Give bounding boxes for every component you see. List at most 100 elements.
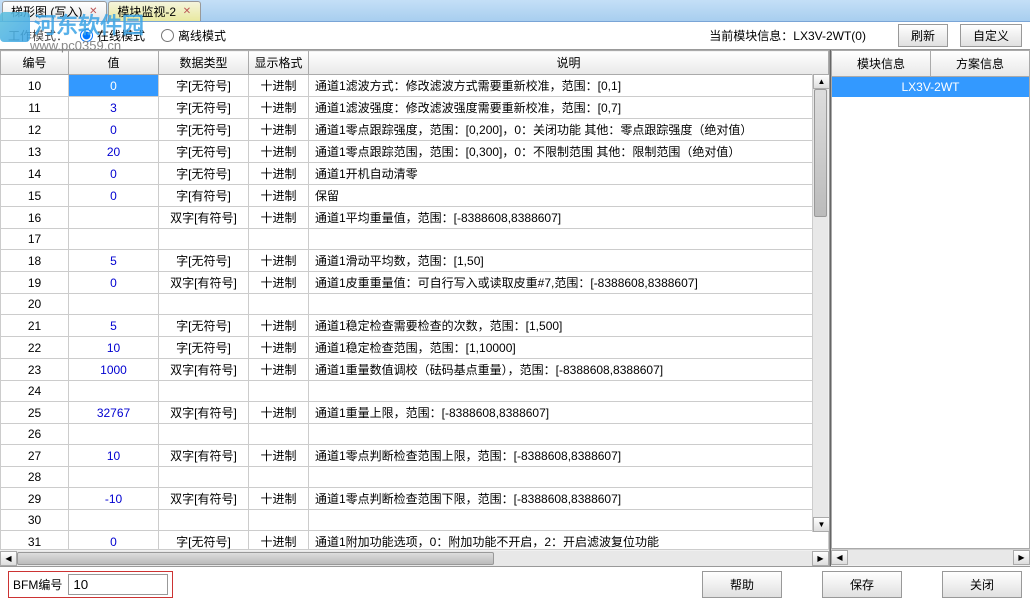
scroll-left-icon[interactable]: ◀ xyxy=(831,550,848,565)
cell-num[interactable]: 20 xyxy=(1,294,69,315)
cell-fmt[interactable]: 十进制 xyxy=(249,119,309,141)
close-button[interactable]: 关闭 xyxy=(942,571,1022,598)
cell-desc[interactable] xyxy=(309,229,829,250)
cell-desc[interactable]: 通道1零点判断检查范围上限，范围：[-8388608,8388607] xyxy=(309,445,829,467)
cell-num[interactable]: 22 xyxy=(1,337,69,359)
table-row[interactable]: 120字[无符号]十进制通道1零点跟踪强度，范围：[0,200]，0：关闭功能 … xyxy=(1,119,829,141)
table-row[interactable]: 2710双字[有符号]十进制通道1零点判断检查范围上限，范围：[-8388608… xyxy=(1,445,829,467)
table-row[interactable]: 17 xyxy=(1,229,829,250)
scroll-thumb[interactable] xyxy=(17,552,494,565)
table-row[interactable]: 20 xyxy=(1,294,829,315)
cell-fmt[interactable]: 十进制 xyxy=(249,250,309,272)
cell-val[interactable]: 0 xyxy=(69,163,159,185)
scroll-track[interactable] xyxy=(813,89,828,517)
cell-fmt[interactable]: 十进制 xyxy=(249,97,309,119)
cell-type[interactable]: 字[无符号] xyxy=(159,531,249,550)
cell-num[interactable]: 31 xyxy=(1,531,69,550)
cell-desc[interactable]: 保留 xyxy=(309,185,829,207)
scroll-up-icon[interactable]: ▲ xyxy=(813,74,829,89)
cell-num[interactable]: 26 xyxy=(1,424,69,445)
table-row[interactable]: 26 xyxy=(1,424,829,445)
cell-val[interactable] xyxy=(69,510,159,531)
cell-num[interactable]: 23 xyxy=(1,359,69,381)
cell-num[interactable]: 15 xyxy=(1,185,69,207)
cell-val[interactable]: 0 xyxy=(69,75,159,97)
table-row[interactable]: 150字[有符号]十进制保留 xyxy=(1,185,829,207)
cell-desc[interactable]: 通道1零点判断检查范围下限，范围：[-8388608,8388607] xyxy=(309,488,829,510)
col-header-val[interactable]: 值 xyxy=(69,51,159,75)
cell-val[interactable]: -10 xyxy=(69,488,159,510)
cell-type[interactable]: 字[无符号] xyxy=(159,75,249,97)
cell-fmt[interactable] xyxy=(249,229,309,250)
cell-val[interactable]: 20 xyxy=(69,141,159,163)
cell-desc[interactable]: 通道1滤波方式：修改滤波方式需要重新校准，范围：[0,1] xyxy=(309,75,829,97)
cell-desc[interactable]: 通道1开机自动清零 xyxy=(309,163,829,185)
cell-desc[interactable]: 通道1平均重量值，范围：[-8388608,8388607] xyxy=(309,207,829,229)
cell-num[interactable]: 30 xyxy=(1,510,69,531)
scroll-track[interactable] xyxy=(848,550,1013,565)
cell-desc[interactable]: 通道1附加功能选项，0：附加功能不开启，2：开启滤波复位功能 xyxy=(309,531,829,550)
cell-type[interactable]: 双字[有符号] xyxy=(159,445,249,467)
cell-desc[interactable]: 通道1重量上限，范围：[-8388608,8388607] xyxy=(309,402,829,424)
cell-type[interactable]: 字[无符号] xyxy=(159,337,249,359)
cell-num[interactable]: 14 xyxy=(1,163,69,185)
col-header-num[interactable]: 编号 xyxy=(1,51,69,75)
cell-desc[interactable]: 通道1重量数值调校（砝码基点重量），范围：[-8388608,8388607] xyxy=(309,359,829,381)
table-row[interactable]: 28 xyxy=(1,467,829,488)
cell-num[interactable]: 24 xyxy=(1,381,69,402)
cell-val[interactable] xyxy=(69,207,159,229)
table-row[interactable]: 215字[无符号]十进制通道1稳定检查需要检查的次数，范围：[1,500] xyxy=(1,315,829,337)
cell-fmt[interactable]: 十进制 xyxy=(249,185,309,207)
cell-desc[interactable]: 通道1零点跟踪强度，范围：[0,200]，0：关闭功能 其他：零点跟踪强度（绝对… xyxy=(309,119,829,141)
radio-online-input[interactable] xyxy=(80,29,93,42)
cell-fmt[interactable]: 十进制 xyxy=(249,337,309,359)
cell-num[interactable]: 19 xyxy=(1,272,69,294)
cell-type[interactable]: 双字[有符号] xyxy=(159,272,249,294)
cell-desc[interactable] xyxy=(309,510,829,531)
cell-type[interactable]: 字[有符号] xyxy=(159,185,249,207)
cell-val[interactable]: 10 xyxy=(69,337,159,359)
cell-fmt[interactable]: 十进制 xyxy=(249,488,309,510)
cell-type[interactable] xyxy=(159,294,249,315)
scroll-right-icon[interactable]: ▶ xyxy=(812,551,829,566)
cell-type[interactable] xyxy=(159,467,249,488)
side-tab-module-info[interactable]: 模块信息 xyxy=(831,50,931,77)
cell-type[interactable]: 双字[有符号] xyxy=(159,359,249,381)
cell-val[interactable] xyxy=(69,424,159,445)
cell-fmt[interactable]: 十进制 xyxy=(249,359,309,381)
cell-num[interactable]: 27 xyxy=(1,445,69,467)
cell-fmt[interactable] xyxy=(249,381,309,402)
cell-fmt[interactable]: 十进制 xyxy=(249,531,309,550)
table-row[interactable]: 100字[无符号]十进制通道1滤波方式：修改滤波方式需要重新校准，范围：[0,1… xyxy=(1,75,829,97)
cell-type[interactable]: 字[无符号] xyxy=(159,141,249,163)
table-row[interactable]: 185字[无符号]十进制通道1滑动平均数，范围：[1,50] xyxy=(1,250,829,272)
tab-ladder[interactable]: 梯形图 (写入) ✕ xyxy=(2,1,107,21)
cell-desc[interactable]: 通道1皮重重量值：可自行写入或读取皮重#7,范围：[-8388608,83886… xyxy=(309,272,829,294)
scroll-right-icon[interactable]: ▶ xyxy=(1013,550,1030,565)
cell-num[interactable]: 13 xyxy=(1,141,69,163)
side-item-module[interactable]: LX3V-2WT xyxy=(832,77,1029,97)
tab-monitor[interactable]: 模块监视-2 ✕ xyxy=(108,1,201,21)
cell-num[interactable]: 17 xyxy=(1,229,69,250)
cell-desc[interactable] xyxy=(309,467,829,488)
cell-val[interactable]: 1000 xyxy=(69,359,159,381)
cell-type[interactable]: 双字[有符号] xyxy=(159,207,249,229)
table-row[interactable]: 29-10双字[有符号]十进制通道1零点判断检查范围下限，范围：[-838860… xyxy=(1,488,829,510)
cell-fmt[interactable] xyxy=(249,467,309,488)
cell-fmt[interactable]: 十进制 xyxy=(249,141,309,163)
cell-desc[interactable]: 通道1滤波强度：修改滤波强度需要重新校准，范围：[0,7] xyxy=(309,97,829,119)
scroll-track[interactable] xyxy=(17,551,812,566)
cell-val[interactable]: 0 xyxy=(69,119,159,141)
cell-val[interactable] xyxy=(69,467,159,488)
cell-val[interactable]: 3 xyxy=(69,97,159,119)
cell-val[interactable] xyxy=(69,294,159,315)
cell-fmt[interactable]: 十进制 xyxy=(249,315,309,337)
table-row[interactable]: 113字[无符号]十进制通道1滤波强度：修改滤波强度需要重新校准，范围：[0,7… xyxy=(1,97,829,119)
cell-val[interactable]: 10 xyxy=(69,445,159,467)
cell-num[interactable]: 12 xyxy=(1,119,69,141)
cell-val[interactable]: 32767 xyxy=(69,402,159,424)
cell-fmt[interactable]: 十进制 xyxy=(249,445,309,467)
cell-fmt[interactable]: 十进制 xyxy=(249,207,309,229)
scroll-down-icon[interactable]: ▼ xyxy=(813,517,829,532)
scroll-left-icon[interactable]: ◀ xyxy=(0,551,17,566)
